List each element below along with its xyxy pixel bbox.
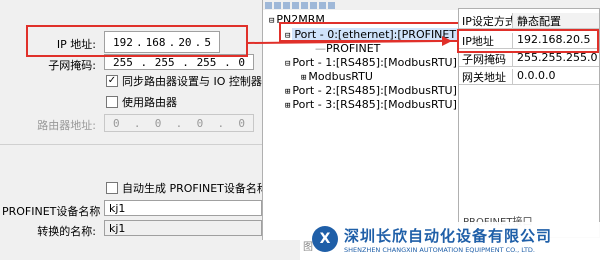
- router-address-field[interactable]: 0. 0. 0. 0: [104, 114, 254, 132]
- highlight-box-ip-left: [26, 25, 248, 57]
- subnet-octet-1: 255: [113, 55, 133, 69]
- grid-value[interactable]: 0.0.0.0: [513, 69, 599, 85]
- router-octet-3: 0: [196, 116, 204, 130]
- company-name-cn: 深圳长欣自动化设备有限公司: [344, 227, 553, 245]
- grid-row[interactable]: 子网掩码 255.255.255.0: [459, 51, 599, 67]
- sync-router-label: 同步路由器设置与 IO 控制器: [122, 75, 262, 88]
- router-address-label: 路由器地址:: [37, 119, 96, 132]
- grid-row[interactable]: 网关地址 0.0.0.0: [459, 69, 599, 85]
- use-router-label: 使用路由器: [122, 96, 177, 109]
- tree-toolbar: [263, 0, 459, 10]
- toolbar-icon[interactable]: [328, 1, 335, 9]
- auto-name-checkbox[interactable]: 自动生成 PROFINET设备名称: [106, 180, 268, 196]
- toolbar-icon[interactable]: [301, 1, 308, 9]
- tree-node-label: ModbusRTU: [308, 70, 373, 83]
- device-name-label: PROFINET设备名称: [2, 205, 101, 218]
- collapse-icon[interactable]: ⊟: [285, 59, 290, 69]
- router-octet-4: 0: [238, 116, 245, 130]
- toolbar-icon[interactable]: [283, 1, 290, 9]
- sync-router-checkbox[interactable]: ✓ 同步路由器设置与 IO 控制器: [106, 73, 262, 89]
- toolbar-icon[interactable]: [292, 1, 299, 9]
- company-name-en: SHENZHEN CHANGXIN AUTOMATION EQUIPMENT C…: [344, 246, 535, 254]
- arrow-icon: [248, 36, 452, 46]
- converted-name-label: 转换的名称:: [37, 225, 96, 238]
- device-name-input[interactable]: kj1: [104, 200, 262, 216]
- expand-icon[interactable]: ⊞: [301, 73, 306, 83]
- expand-icon[interactable]: ⊞: [285, 101, 290, 111]
- highlight-box-ip-grid: [457, 29, 599, 53]
- subnet-octet-4: 0: [238, 55, 245, 69]
- divider: [0, 144, 262, 145]
- tree-node-label: Port - 1:[RS485]:[ModbusRTU]: [292, 56, 457, 69]
- collapse-icon[interactable]: ⊟: [269, 16, 274, 26]
- grid-row[interactable]: IP设定方式 静态配置: [459, 13, 599, 29]
- subnet-mask-label: 子网掩码:: [48, 59, 96, 72]
- converted-name-field: kj1: [104, 220, 262, 236]
- tree-node-modbusrtu[interactable]: ⊞ ModbusRTU: [301, 70, 373, 83]
- use-router-checkbox[interactable]: 使用路由器: [106, 94, 177, 110]
- tree-node-label: Port - 2:[RS485]:[ModbusRTU]: [292, 84, 457, 97]
- tree-node-label: Port - 3:[RS485]:[ModbusRTU]: [292, 98, 457, 111]
- grid-key: 网关地址: [459, 69, 513, 85]
- grid-key: IP设定方式: [459, 13, 513, 29]
- ip-settings-panel: IP 地址: 192. 168. 20. 5 子网掩码: 255. 255. 2…: [0, 0, 268, 260]
- subnet-octet-2: 255: [154, 55, 175, 69]
- tree-node-port3[interactable]: ⊞ Port - 3:[RS485]:[ModbusRTU]: [285, 98, 457, 111]
- grid-value[interactable]: 静态配置: [513, 13, 599, 29]
- expand-icon[interactable]: ⊞: [285, 87, 290, 97]
- tree-node-port1[interactable]: ⊟ Port - 1:[RS485]:[ModbusRTU]: [285, 56, 457, 69]
- unchecked-box-icon: [106, 96, 118, 108]
- router-octet-1: 0: [113, 116, 120, 130]
- router-octet-2: 0: [154, 116, 162, 130]
- unchecked-box-icon: [106, 182, 118, 194]
- check-icon: ✓: [106, 75, 118, 87]
- grid-key: 子网掩码: [459, 51, 513, 67]
- company-logo: X: [312, 226, 338, 252]
- toolbar-icon[interactable]: [310, 1, 317, 9]
- tree-node-port2[interactable]: ⊞ Port - 2:[RS485]:[ModbusRTU]: [285, 84, 457, 97]
- toolbar-icon[interactable]: [319, 1, 326, 9]
- toolbar-icon[interactable]: [274, 1, 281, 9]
- grid-value[interactable]: 255.255.255.0: [513, 51, 599, 67]
- property-grid: IP设定方式 静态配置 IP地址 192.168.20.5 子网掩码 255.255.…: [457, 8, 600, 238]
- auto-name-label: 自动生成 PROFINET设备名称: [122, 182, 268, 195]
- subnet-octet-3: 255: [196, 55, 217, 69]
- toolbar-icon[interactable]: [265, 1, 272, 9]
